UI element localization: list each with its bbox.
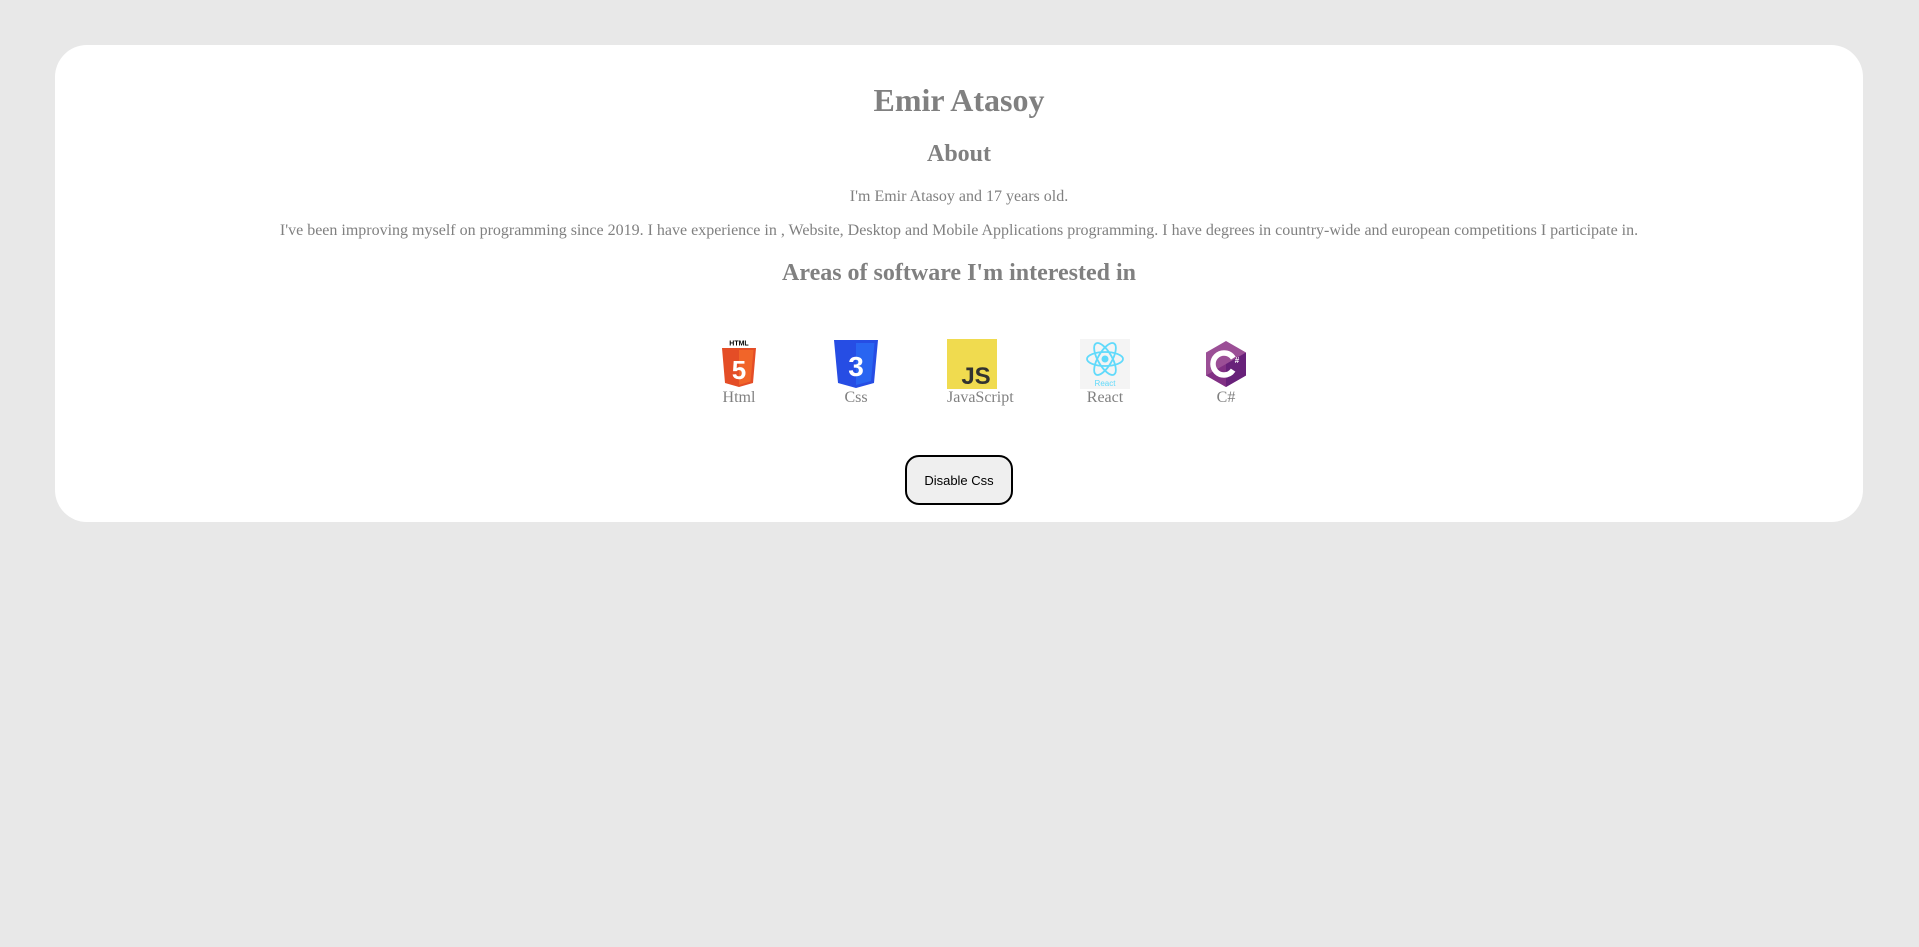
svg-text:JS: JS [961, 363, 990, 389]
react-icon: React [1080, 339, 1130, 389]
disable-css-button[interactable]: Disable Css [905, 455, 1013, 505]
skill-label: Css [844, 389, 868, 406]
csharp-icon: # [1206, 341, 1246, 387]
skill-label: React [1086, 389, 1124, 406]
skill-csharp: # C# [1201, 339, 1251, 407]
skill-label: Html [722, 389, 756, 406]
skill-html: HTML 5 Html [714, 339, 764, 407]
svg-text:3: 3 [848, 351, 864, 382]
skill-label: JavaScript [947, 389, 1014, 406]
page-title: Emir Atasoy [873, 82, 1045, 118]
about-heading: About [926, 141, 992, 167]
svg-text:#: # [1235, 356, 1240, 365]
svg-text:5: 5 [732, 355, 746, 385]
about-intro: I'm Emir Atasoy and 17 years old. [849, 188, 1069, 205]
skill-label: C# [1216, 389, 1236, 406]
areas-heading: Areas of software I'm interested in [782, 260, 1136, 286]
css3-icon: 3 [834, 340, 878, 388]
javascript-icon: JS [947, 339, 997, 389]
svg-text:React: React [1095, 379, 1117, 388]
about-description: I've been improving myself on programmin… [279, 222, 1639, 239]
skill-javascript: JS JavaScript [947, 339, 1014, 407]
skill-react: React React [1080, 339, 1130, 407]
html5-icon: HTML 5 [722, 341, 756, 387]
skill-css: 3 Css [831, 339, 881, 407]
svg-text:HTML: HTML [729, 341, 749, 348]
profile-card: Emir Atasoy About I'm Emir Atasoy and 17… [55, 45, 1863, 522]
